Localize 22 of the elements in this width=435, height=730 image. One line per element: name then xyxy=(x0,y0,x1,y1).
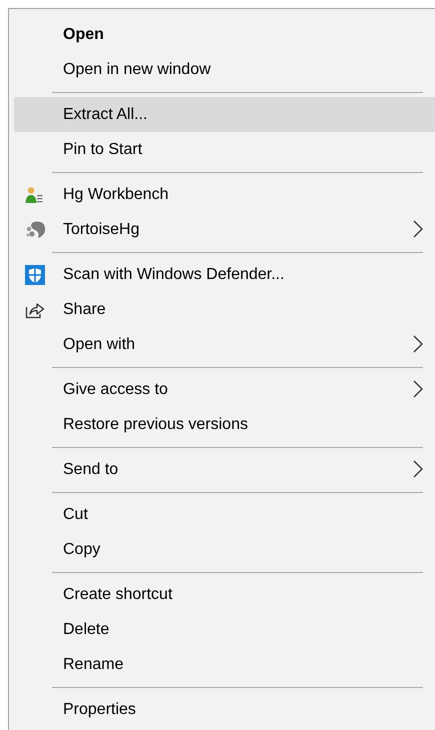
menu-item[interactable]: Cut xyxy=(14,497,435,532)
share-icon xyxy=(25,300,45,318)
person-icon xyxy=(25,186,43,204)
menu-item[interactable]: Hg Workbench xyxy=(14,177,435,212)
menu-item[interactable]: Restore previous versions xyxy=(14,407,435,442)
menu-item[interactable]: Open in new window xyxy=(14,52,435,87)
menu-item[interactable]: Pin to Start xyxy=(14,132,435,167)
menu-item[interactable]: Scan with Windows Defender... xyxy=(14,257,435,292)
menu-item[interactable]: Create shortcut xyxy=(14,577,435,612)
menu-item[interactable]: Extract All... xyxy=(14,97,435,132)
menu-item[interactable]: Delete xyxy=(14,612,435,647)
shield-icon xyxy=(25,264,45,284)
menu-item[interactable]: Send to xyxy=(14,452,435,487)
tortoise-icon xyxy=(25,220,47,240)
menu-item[interactable]: Share xyxy=(14,292,435,327)
menu-item[interactable]: Copy xyxy=(14,532,435,567)
menu-item[interactable]: Open with xyxy=(14,327,435,362)
menu-item[interactable]: Give access to xyxy=(14,372,435,407)
menu-item[interactable]: Open xyxy=(14,17,435,52)
menu-item[interactable]: Properties xyxy=(14,692,435,727)
menu-item[interactable]: TortoiseHg xyxy=(14,212,435,247)
menu-item[interactable]: Rename xyxy=(14,647,435,682)
